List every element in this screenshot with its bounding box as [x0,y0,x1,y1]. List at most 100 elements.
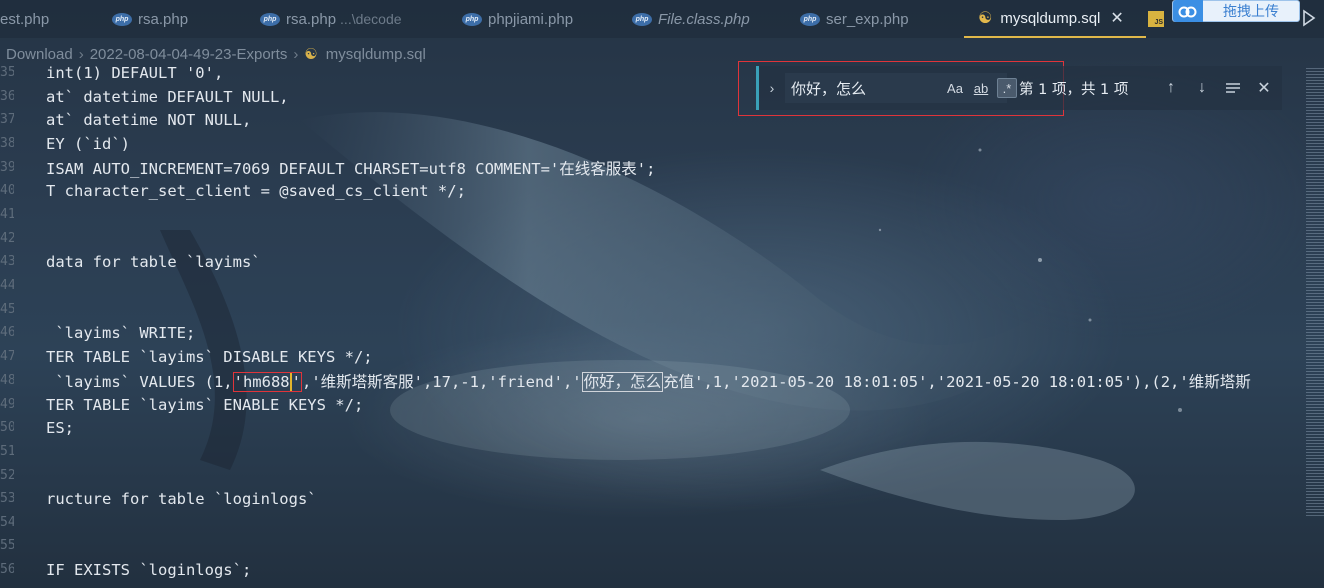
line-text-segment: 'hm688 [233,372,290,391]
code-line: 37 at` datetime NOT NULL, [0,108,1306,131]
code-line: 40 T character_set_client = @saved_cs_cli… [0,179,1306,202]
line-number: 35 [0,65,14,80]
arrow-down-icon[interactable]: ↓ [1192,78,1212,98]
code-line: 41 [0,203,1306,226]
tab-label: est.php [0,10,50,28]
upload-widget[interactable]: 拖拽上传 [1172,0,1300,22]
tab-label: rsa.php [138,10,189,28]
line-number: 53 [0,491,14,506]
whole-word-toggle[interactable]: ab [971,78,991,98]
line-number: 55 [0,538,14,553]
find-widget: › Aa ab .* 第 1 项，共 1 项 ↑ ↓ ✕ [756,66,1282,110]
line-number: 51 [0,444,14,459]
line-number: 49 [0,397,14,412]
match-case-toggle[interactable]: Aa [945,78,965,98]
regex-toggle[interactable]: .* [997,78,1017,98]
code-line: 44 [0,274,1306,297]
code-line: 38 EY (`id`) [0,132,1306,155]
tab-file-class-php[interactable]: php File.class.php [632,0,800,38]
line-number: 50 [0,420,14,435]
close-icon[interactable]: ✕ [1254,78,1274,98]
js-file-icon: JS [1148,11,1164,27]
tab-label: File.class.php [658,10,750,28]
tab-label: phpjiami.php [488,10,574,28]
line-text: T character_set_client = @saved_cs_clien… [46,181,466,200]
line-text-segment: 充值',1,'2021-05-20 18:01:05','2021-05-20 … [663,372,1251,391]
code-line: 46 `layims` WRITE; [0,321,1306,344]
code-line: 54 [0,511,1306,534]
line-number: 36 [0,89,14,104]
line-text: IF EXISTS `loginlogs`; [46,560,252,579]
tab-rsa-php-decode[interactable]: php rsa.php ...\decode [260,0,462,38]
line-number: 48 [0,373,14,388]
code-line: 39 ISAM AUTO_INCREMENT=7069 DEFAULT CHARS… [0,156,1306,179]
line-text: TER TABLE `layims` ENABLE KEYS */; [46,395,364,414]
php-file-icon: php [260,12,280,26]
toggle-replace-chevron-icon[interactable]: › [759,80,785,96]
line-number: 54 [0,515,14,530]
line-text: TER TABLE `layims` DISABLE KEYS */; [46,347,373,366]
code-line: 56 IF EXISTS `loginlogs`; [0,558,1306,581]
code-line: 51 [0,440,1306,463]
tab-label: ser_exp.php [826,10,909,28]
line-text: EY (`id`) [46,134,130,153]
find-input-container: Aa ab .* [785,73,1017,103]
line-number: 42 [0,231,14,246]
tab-ser-exp-php[interactable]: php ser_exp.php [800,0,964,38]
line-text-segment: ,'维斯塔斯客服',17,-1,'friend',' [301,372,582,391]
line-text-segment: ' [291,372,301,391]
code-line: 45 [0,298,1306,321]
close-icon[interactable]: ✕ [1110,8,1123,28]
search-match-highlight: 你好，怎么 [581,371,664,392]
tab-label: mysqldump.sql [1000,9,1101,27]
line-number: 37 [0,112,14,127]
line-number: 56 [0,562,14,577]
line-text: ructure for table `loginlogs` [46,489,317,508]
line-text: int(1) DEFAULT '0', [46,63,224,82]
cloud-icon [1173,0,1203,22]
php-file-icon: php [632,12,652,26]
tab-phpjiami-php[interactable]: php phpjiami.php [462,0,632,38]
line-text: data for table `layims` [46,252,261,271]
code-line: 53 ructure for table `loginlogs` [0,487,1306,510]
php-file-icon: php [112,12,132,26]
line-text: ES; [46,418,74,437]
editor-tab-bar: est.php php rsa.php php rsa.php ...\deco… [0,0,1324,38]
php-file-icon: php [800,12,820,26]
tab-path-hint: ...\decode [340,11,402,27]
line-text: at` datetime NOT NULL, [46,110,252,129]
line-number: 39 [0,160,14,175]
line-text: `layims` VALUES (1,'hm688 ','维斯塔斯客服',17,-… [46,370,1251,392]
code-line: 55 [0,534,1306,557]
php-file-icon: php [462,12,482,26]
tab-js[interactable]: JS [1146,0,1166,38]
code-line: 47 TER TABLE `layims` DISABLE KEYS */; [0,345,1306,368]
find-input[interactable] [791,79,941,97]
tab-rsa-php[interactable]: php rsa.php [112,0,260,38]
annotation-box: 'hm688 ' [232,371,302,392]
line-number: 43 [0,254,14,269]
database-icon: ☯ [978,10,993,27]
line-number: 44 [0,278,14,293]
line-text: at` datetime DEFAULT NULL, [46,87,289,106]
code-line: 52 [0,464,1306,487]
tab-mysqldump-sql[interactable]: ☯ mysqldump.sql ✕ [964,0,1146,38]
find-in-selection-icon[interactable] [1223,78,1243,98]
line-number: 46 [0,325,14,340]
arrow-up-icon[interactable]: ↑ [1161,78,1181,98]
line-number: 40 [0,183,14,198]
code-line: 50 ES; [0,416,1306,439]
line-number: 47 [0,349,14,364]
code-editor[interactable]: 35 int(1) DEFAULT '0', 36 at` datetime DEF… [0,60,1306,588]
line-text-segment: `layims` VALUES (1, [46,372,233,391]
tab-est-php[interactable]: est.php [0,0,112,38]
match-count: 第 1 项，共 1 项 [1019,81,1129,98]
code-line: 43 data for table `layims` [0,250,1306,273]
upload-label: 拖拽上传 [1223,3,1279,19]
tab-label: rsa.php [286,10,337,28]
code-line: 42 [0,227,1306,250]
line-number: 45 [0,302,14,317]
play-icon[interactable] [1302,9,1316,27]
minimap[interactable] [1306,68,1324,518]
code-line: 49 TER TABLE `layims` ENABLE KEYS */; [0,393,1306,416]
